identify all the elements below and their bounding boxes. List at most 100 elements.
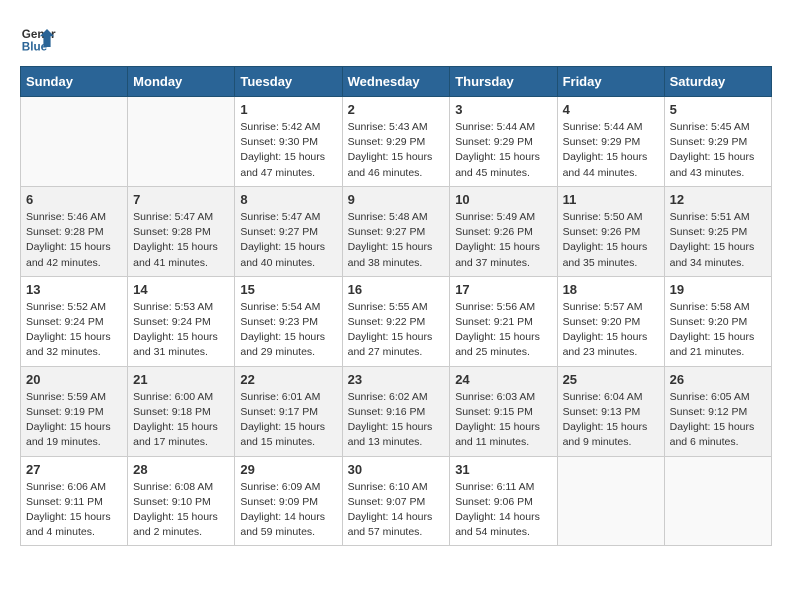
calendar-cell: 15Sunrise: 5:54 AMSunset: 9:23 PMDayligh… xyxy=(235,276,342,366)
day-number: 16 xyxy=(348,282,445,297)
calendar-cell xyxy=(557,456,664,546)
day-number: 10 xyxy=(455,192,551,207)
day-number: 29 xyxy=(240,462,336,477)
calendar-cell: 17 Sunrise: 5:56 AMSunset: 9:21 PMDayligh… xyxy=(450,276,557,366)
day-info: Sunrise: 5:47 AMSunset: 9:28 PMDaylight:… xyxy=(133,210,229,271)
weekday-header: Sunday xyxy=(21,67,128,97)
day-info: Sunrise: 5:42 AMSunset: 9:30 PMDaylight:… xyxy=(240,120,336,181)
day-number: 19 xyxy=(670,282,766,297)
day-number: 21 xyxy=(133,372,229,387)
day-info: Sunrise: 5:49 AMSunset: 9:26 PMDaylight:… xyxy=(455,210,551,271)
calendar-cell: 8Sunrise: 5:47 AMSunset: 9:27 PMDaylight… xyxy=(235,186,342,276)
calendar-cell: 9 Sunrise: 5:48 AMSunset: 9:27 PMDaylight… xyxy=(342,186,450,276)
day-number: 30 xyxy=(348,462,445,477)
weekday-header: Monday xyxy=(128,67,235,97)
calendar-cell: 28 Sunrise: 6:08 AMSunset: 9:10 PMDayligh… xyxy=(128,456,235,546)
weekday-header: Tuesday xyxy=(235,67,342,97)
calendar-cell: 20Sunrise: 5:59 AMSunset: 9:19 PMDayligh… xyxy=(21,366,128,456)
weekday-header: Thursday xyxy=(450,67,557,97)
calendar-cell: 25 Sunrise: 6:04 AMSunset: 9:13 PMDayligh… xyxy=(557,366,664,456)
day-info: Sunrise: 6:02 AMSunset: 9:16 PMDaylight:… xyxy=(348,390,445,451)
day-number: 24 xyxy=(455,372,551,387)
calendar-cell: 7 Sunrise: 5:47 AMSunset: 9:28 PMDaylight… xyxy=(128,186,235,276)
calendar-week-row: 13Sunrise: 5:52 AMSunset: 9:24 PMDayligh… xyxy=(21,276,772,366)
calendar-week-row: 1 Sunrise: 5:42 AMSunset: 9:30 PMDaylight… xyxy=(21,97,772,187)
calendar-cell: 11 Sunrise: 5:50 AMSunset: 9:26 PMDayligh… xyxy=(557,186,664,276)
day-number: 17 xyxy=(455,282,551,297)
day-number: 28 xyxy=(133,462,229,477)
day-info: Sunrise: 5:43 AMSunset: 9:29 PMDaylight:… xyxy=(348,120,445,181)
day-info: Sunrise: 6:00 AMSunset: 9:18 PMDaylight:… xyxy=(133,390,229,451)
calendar-cell: 24 Sunrise: 6:03 AMSunset: 9:15 PMDayligh… xyxy=(450,366,557,456)
calendar-cell: 10 Sunrise: 5:49 AMSunset: 9:26 PMDayligh… xyxy=(450,186,557,276)
day-number: 11 xyxy=(563,192,659,207)
day-number: 6 xyxy=(26,192,122,207)
page-header: General Blue xyxy=(20,20,772,56)
day-number: 12 xyxy=(670,192,766,207)
day-info: Sunrise: 6:09 AMSunset: 9:09 PMDaylight:… xyxy=(240,480,336,541)
day-info: Sunrise: 6:01 AMSunset: 9:17 PMDaylight:… xyxy=(240,390,336,451)
logo: General Blue xyxy=(20,20,56,56)
day-info: Sunrise: 5:46 AMSunset: 9:28 PMDaylight:… xyxy=(26,210,122,271)
calendar-cell: 12 Sunrise: 5:51 AMSunset: 9:25 PMDayligh… xyxy=(664,186,771,276)
day-number: 4 xyxy=(563,102,659,117)
calendar-cell: 31 Sunrise: 6:11 AMSunset: 9:06 PMDayligh… xyxy=(450,456,557,546)
day-info: Sunrise: 6:04 AMSunset: 9:13 PMDaylight:… xyxy=(563,390,659,451)
day-number: 13 xyxy=(26,282,122,297)
day-number: 15 xyxy=(240,282,336,297)
calendar-cell xyxy=(128,97,235,187)
calendar-cell: 18 Sunrise: 5:57 AMSunset: 9:20 PMDayligh… xyxy=(557,276,664,366)
day-number: 8 xyxy=(240,192,336,207)
day-info: Sunrise: 6:05 AMSunset: 9:12 PMDaylight:… xyxy=(670,390,766,451)
day-info: Sunrise: 5:48 AMSunset: 9:27 PMDaylight:… xyxy=(348,210,445,271)
day-number: 18 xyxy=(563,282,659,297)
day-number: 26 xyxy=(670,372,766,387)
day-info: Sunrise: 5:44 AMSunset: 9:29 PMDaylight:… xyxy=(455,120,551,181)
day-info: Sunrise: 5:53 AMSunset: 9:24 PMDaylight:… xyxy=(133,300,229,361)
weekday-header: Wednesday xyxy=(342,67,450,97)
calendar-cell: 3Sunrise: 5:44 AMSunset: 9:29 PMDaylight… xyxy=(450,97,557,187)
day-info: Sunrise: 6:10 AMSunset: 9:07 PMDaylight:… xyxy=(348,480,445,541)
day-number: 5 xyxy=(670,102,766,117)
calendar-cell: 29 Sunrise: 6:09 AMSunset: 9:09 PMDayligh… xyxy=(235,456,342,546)
day-number: 20 xyxy=(26,372,122,387)
day-number: 1 xyxy=(240,102,336,117)
day-number: 23 xyxy=(348,372,445,387)
day-number: 27 xyxy=(26,462,122,477)
day-info: Sunrise: 5:50 AMSunset: 9:26 PMDaylight:… xyxy=(563,210,659,271)
day-number: 22 xyxy=(240,372,336,387)
day-info: Sunrise: 6:11 AMSunset: 9:06 PMDaylight:… xyxy=(455,480,551,541)
calendar-cell: 23 Sunrise: 6:02 AMSunset: 9:16 PMDayligh… xyxy=(342,366,450,456)
calendar-cell: 14Sunrise: 5:53 AMSunset: 9:24 PMDayligh… xyxy=(128,276,235,366)
calendar-cell: 27 Sunrise: 6:06 AMSunset: 9:11 PMDayligh… xyxy=(21,456,128,546)
day-info: Sunrise: 6:06 AMSunset: 9:11 PMDaylight:… xyxy=(26,480,122,541)
day-number: 31 xyxy=(455,462,551,477)
calendar-week-row: 6 Sunrise: 5:46 AMSunset: 9:28 PMDaylight… xyxy=(21,186,772,276)
calendar-cell: 5 Sunrise: 5:45 AMSunset: 9:29 PMDaylight… xyxy=(664,97,771,187)
calendar-table: SundayMondayTuesdayWednesdayThursdayFrid… xyxy=(20,66,772,546)
day-number: 9 xyxy=(348,192,445,207)
calendar-week-row: 20Sunrise: 5:59 AMSunset: 9:19 PMDayligh… xyxy=(21,366,772,456)
calendar-cell: 22 Sunrise: 6:01 AMSunset: 9:17 PMDayligh… xyxy=(235,366,342,456)
calendar-cell xyxy=(21,97,128,187)
day-info: Sunrise: 5:51 AMSunset: 9:25 PMDaylight:… xyxy=(670,210,766,271)
day-info: Sunrise: 5:56 AMSunset: 9:21 PMDaylight:… xyxy=(455,300,551,361)
calendar-cell: 19 Sunrise: 5:58 AMSunset: 9:20 PMDayligh… xyxy=(664,276,771,366)
day-info: Sunrise: 5:44 AMSunset: 9:29 PMDaylight:… xyxy=(563,120,659,181)
day-info: Sunrise: 5:57 AMSunset: 9:20 PMDaylight:… xyxy=(563,300,659,361)
calendar-cell: 2Sunrise: 5:43 AMSunset: 9:29 PMDaylight… xyxy=(342,97,450,187)
header-row: SundayMondayTuesdayWednesdayThursdayFrid… xyxy=(21,67,772,97)
day-number: 25 xyxy=(563,372,659,387)
day-number: 7 xyxy=(133,192,229,207)
calendar-cell: 26 Sunrise: 6:05 AMSunset: 9:12 PMDayligh… xyxy=(664,366,771,456)
calendar-cell: 16Sunrise: 5:55 AMSunset: 9:22 PMDayligh… xyxy=(342,276,450,366)
calendar-cell xyxy=(664,456,771,546)
day-info: Sunrise: 6:08 AMSunset: 9:10 PMDaylight:… xyxy=(133,480,229,541)
calendar-cell: 13Sunrise: 5:52 AMSunset: 9:24 PMDayligh… xyxy=(21,276,128,366)
calendar-week-row: 27 Sunrise: 6:06 AMSunset: 9:11 PMDayligh… xyxy=(21,456,772,546)
calendar-cell: 4 Sunrise: 5:44 AMSunset: 9:29 PMDaylight… xyxy=(557,97,664,187)
day-info: Sunrise: 5:45 AMSunset: 9:29 PMDaylight:… xyxy=(670,120,766,181)
day-info: Sunrise: 6:03 AMSunset: 9:15 PMDaylight:… xyxy=(455,390,551,451)
calendar-cell: 21 Sunrise: 6:00 AMSunset: 9:18 PMDayligh… xyxy=(128,366,235,456)
day-info: Sunrise: 5:58 AMSunset: 9:20 PMDaylight:… xyxy=(670,300,766,361)
